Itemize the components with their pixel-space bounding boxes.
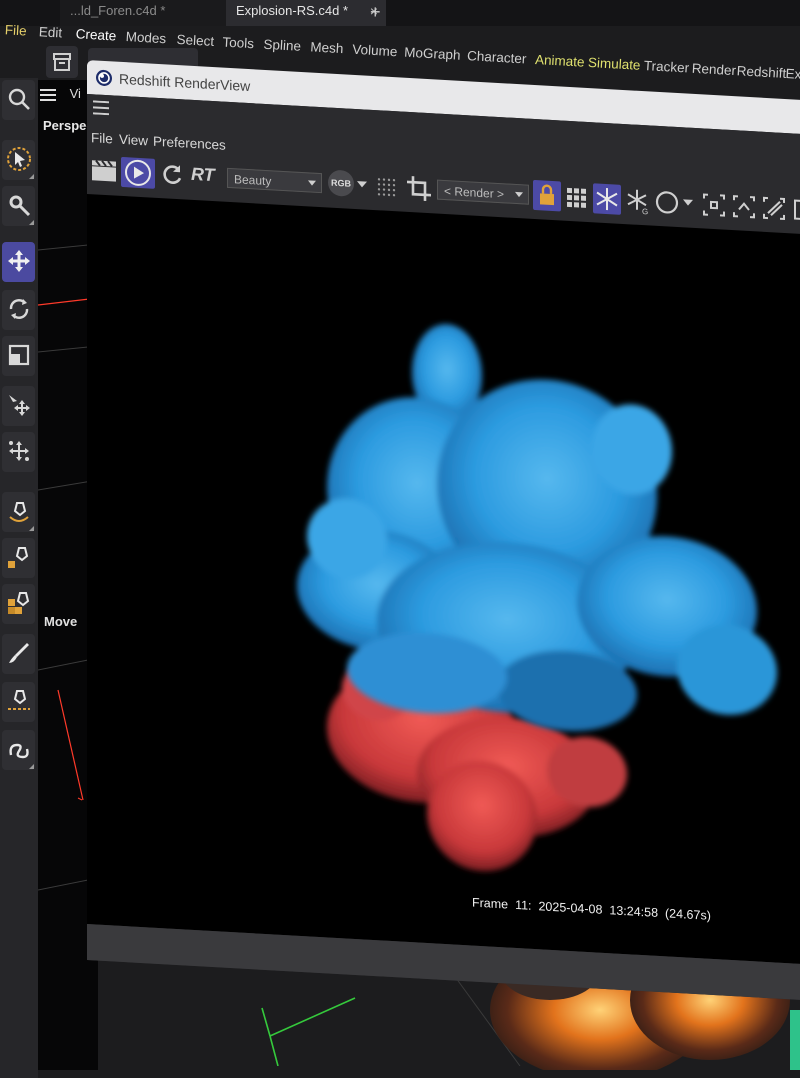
- viewport-view-menu[interactable]: Vi: [70, 86, 81, 101]
- menu-mograph[interactable]: MoGraph: [404, 45, 461, 63]
- menu-volume[interactable]: Volume: [352, 42, 398, 59]
- render-duration: (24.67s): [665, 906, 711, 923]
- smoke-explosion-render: [297, 324, 777, 872]
- gear-tools-icon: [9, 195, 31, 217]
- distribute-icon: [9, 441, 29, 461]
- tab-active-label: Explosion-RS.c4d *: [236, 3, 348, 18]
- renderview-body: File View Preferences RT Beauty RGB < Re…: [87, 94, 800, 1003]
- polygon-pen-tool-button[interactable]: [2, 584, 35, 624]
- rv-menu-view[interactable]: View: [119, 132, 148, 149]
- render-image-area[interactable]: Frame 11: 2025-04-08 13:24:58 (24.67s): [87, 194, 800, 967]
- rv-menu-preferences[interactable]: Preferences: [153, 134, 226, 153]
- copy-icon[interactable]: [791, 194, 800, 225]
- region-frame-icon[interactable]: [731, 191, 757, 222]
- brush-tool-button[interactable]: [2, 634, 35, 674]
- tool-mode-label: Move: [44, 614, 78, 629]
- corner-indicator: [29, 764, 34, 769]
- move-tool-button[interactable]: [2, 242, 35, 282]
- chevron-down-icon[interactable]: [683, 199, 693, 206]
- spline-draw-icon: [9, 743, 29, 759]
- clapper-icon[interactable]: [89, 155, 119, 187]
- lock-button[interactable]: [533, 179, 561, 212]
- pen-icon: [9, 502, 29, 522]
- renderview-title: Redshift RenderView: [119, 70, 251, 95]
- scale-icon: [8, 344, 30, 366]
- sketch-pen-tool-button[interactable]: [2, 682, 35, 722]
- spline-pen-icon: [8, 547, 29, 568]
- redshift-renderview-window: Redshift RenderView File View Preference…: [87, 60, 800, 1003]
- menu-tools[interactable]: Tools: [222, 34, 254, 51]
- hatched-frame-icon[interactable]: [761, 193, 787, 224]
- frame-label: Frame: [472, 895, 509, 912]
- select-tool-button[interactable]: [2, 140, 35, 180]
- rotate-icon: [9, 299, 29, 319]
- chevron-down-icon: [308, 180, 316, 186]
- spline-draw-tool-button[interactable]: [2, 730, 35, 770]
- grid-icon[interactable]: [565, 182, 589, 213]
- chevron-down-icon: [515, 191, 523, 198]
- menu-character[interactable]: Character: [467, 48, 527, 66]
- snowflake-icon: [596, 188, 618, 211]
- menu-extensions[interactable]: Exten: [785, 66, 800, 83]
- menu-mesh[interactable]: Mesh: [310, 39, 344, 56]
- search-button[interactable]: [2, 80, 35, 120]
- cinema4d-logo-icon: [96, 69, 112, 86]
- menu-animate[interactable]: Animate: [535, 52, 585, 70]
- menu-redshift[interactable]: Redshift: [736, 63, 786, 81]
- sketch-pen-icon: [8, 690, 30, 710]
- rv-menu-file[interactable]: File: [91, 130, 113, 146]
- rgb-channel-button[interactable]: RGB: [328, 169, 354, 197]
- hamburger-icon: [40, 88, 56, 101]
- lock-icon: [540, 184, 554, 206]
- menu-render[interactable]: Render: [691, 61, 736, 78]
- move-child-tool-button[interactable]: [2, 386, 35, 426]
- refresh-icon[interactable]: [159, 159, 185, 190]
- rt-toggle[interactable]: RT: [191, 164, 215, 195]
- svg-text:G: G: [642, 207, 648, 216]
- add-tab-icon[interactable]: +: [370, 2, 381, 23]
- corner-indicator: [29, 220, 34, 225]
- spline-pen-tool-button[interactable]: [2, 538, 35, 578]
- play-render-button[interactable]: [121, 156, 155, 189]
- tools-button[interactable]: [2, 186, 35, 226]
- snowflake-g-icon[interactable]: G: [625, 185, 651, 216]
- menu-create[interactable]: Create: [75, 26, 116, 43]
- hamburger-icon[interactable]: [93, 100, 109, 116]
- scale-tool-button[interactable]: [2, 336, 35, 376]
- render-time: 13:24:58: [609, 903, 659, 920]
- focus-frame-icon[interactable]: [701, 189, 727, 220]
- search-icon: [8, 88, 30, 110]
- dots-grid-icon[interactable]: [375, 171, 399, 202]
- aov-select-value: Beauty: [234, 172, 272, 189]
- render-target-select[interactable]: < Render >: [437, 179, 529, 205]
- chevron-down-icon[interactable]: [357, 181, 367, 188]
- pen-tool-button[interactable]: [2, 492, 35, 532]
- viewport-header[interactable]: Vi: [40, 86, 81, 101]
- aov-select[interactable]: Beauty: [227, 167, 322, 194]
- circle-icon[interactable]: [655, 187, 681, 218]
- archive-icon: [53, 53, 71, 71]
- distribute-tool-button[interactable]: [2, 432, 35, 472]
- menu-tracker[interactable]: Tracker: [643, 58, 689, 76]
- menu-spline[interactable]: Spline: [263, 37, 301, 54]
- play-icon: [125, 159, 151, 186]
- move-child-icon: [9, 395, 30, 416]
- polygon-pen-icon: [8, 592, 30, 614]
- corner-indicator: [29, 526, 34, 531]
- move-icon: [8, 250, 30, 272]
- frame-number: 11:: [515, 897, 532, 913]
- viewport-camera-label[interactable]: Perspec: [43, 118, 94, 133]
- render-target-value: < Render >: [444, 183, 505, 202]
- corner-indicator: [29, 174, 34, 179]
- freeze-button[interactable]: [593, 183, 621, 215]
- menu-simulate[interactable]: Simulate: [588, 55, 641, 73]
- menu-file[interactable]: File: [4, 22, 27, 38]
- rotate-tool-button[interactable]: [2, 290, 35, 330]
- tab-active-document[interactable]: Explosion-RS.c4d * ×: [226, 0, 386, 26]
- brush-icon: [9, 643, 29, 663]
- menu-edit[interactable]: Edit: [38, 24, 62, 40]
- select-cursor-icon: [7, 147, 31, 171]
- archive-button[interactable]: [46, 46, 78, 78]
- crop-icon[interactable]: [405, 173, 433, 205]
